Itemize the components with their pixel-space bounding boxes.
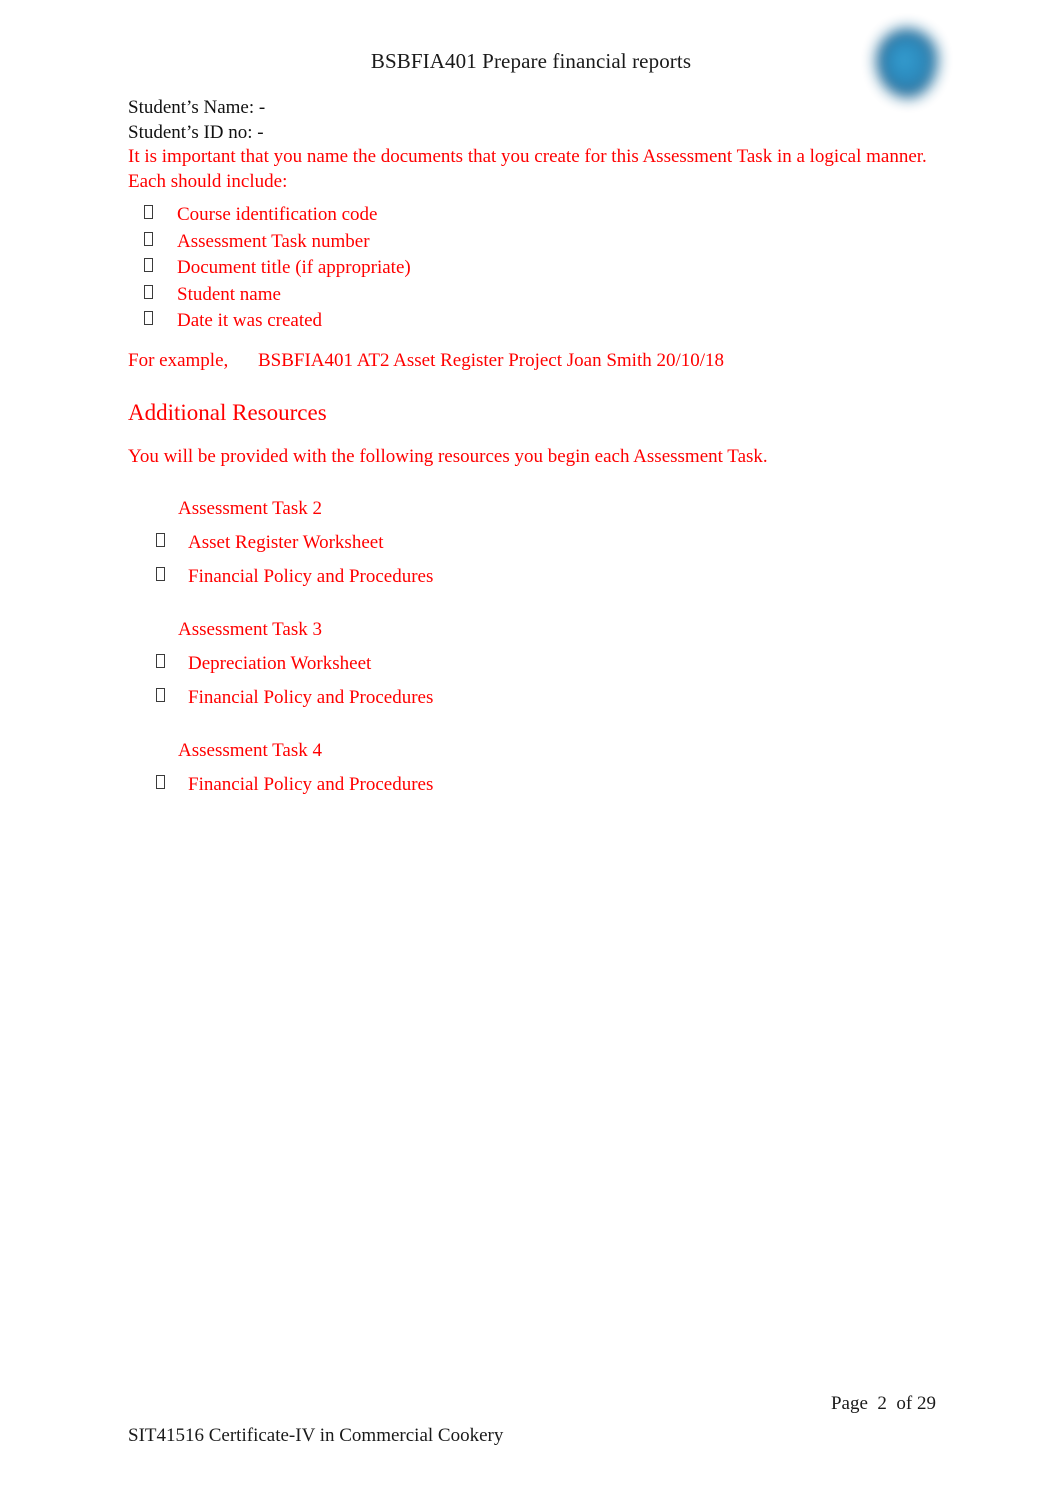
list-item-label: Date it was created — [177, 310, 323, 331]
list-item: Asset Register Worksheet — [128, 530, 938, 557]
document-header: BSBFIA401 Prepare financial reports — [0, 48, 1062, 74]
example-label: For example, — [128, 349, 229, 371]
list-item: Financial Policy and Procedures — [128, 564, 938, 591]
list-item-label: Course identification code — [177, 204, 378, 225]
missing-glyph-bullet-icon — [156, 567, 165, 581]
footer-course-text: SIT41516 Certificate-IV in Commercial Co… — [128, 1425, 504, 1446]
list-item-label: Document title (if appropriate) — [177, 257, 411, 278]
list-item: Document title (if appropriate) — [128, 255, 938, 282]
missing-glyph-bullet-icon — [144, 258, 153, 272]
missing-glyph-bullet-icon — [156, 653, 165, 668]
example-value: BSBFIA401 AT2 Asset Register Project Joa… — [258, 349, 725, 371]
missing-glyph-bullet-icon — [156, 688, 165, 702]
list-item-label: Student name — [177, 283, 281, 305]
list-item: Date it was created — [128, 308, 938, 335]
naming-instruction-line-2: Each should include: — [128, 170, 288, 192]
page-number: Page 2 of 29 — [830, 1393, 936, 1414]
document-page: BSBFIA401 Prepare financial reports Stud… — [0, 0, 1062, 1506]
list-item-label: Financial Policy and Procedures — [188, 566, 434, 587]
resource-group-title: Assessment Task 4 — [178, 739, 322, 761]
missing-glyph-bullet-icon — [144, 205, 153, 219]
resource-group-title: Assessment Task 3 — [178, 618, 322, 640]
example-line: For example, BSBFIA401 AT2 Asset Registe… — [128, 349, 938, 374]
list-item-label: Assessment Task number — [177, 230, 370, 252]
list-item: Financial Policy and Procedures — [128, 772, 938, 799]
student-id-line: Student’s ID no: - — [128, 121, 264, 143]
list-item: Depreciation Worksheet — [128, 651, 938, 678]
resource-group-title: Assessment Task 2 — [178, 497, 322, 519]
missing-glyph-bullet-icon — [144, 284, 153, 299]
list-item-label: Depreciation Worksheet — [188, 652, 372, 674]
list-item: Course identification code — [128, 202, 938, 229]
list-item: Student name — [128, 282, 938, 309]
document-body: Student’s Name: - Student’s ID no: - It … — [128, 96, 938, 798]
student-name-line: Student’s Name: - — [128, 97, 266, 118]
document-footer: Page 2 of 29 SIT41516 Certificate-IV in … — [0, 1392, 1062, 1472]
section-heading-additional-resources: Additional Resources — [128, 400, 327, 425]
naming-instruction-line-1: It is important that you name the docume… — [128, 146, 927, 167]
page-title: BSBFIA401 Prepare financial reports — [370, 49, 692, 73]
missing-glyph-bullet-icon — [144, 311, 153, 325]
list-item-label: Financial Policy and Procedures — [188, 773, 434, 795]
missing-glyph-bullet-icon — [156, 774, 165, 789]
list-item: Financial Policy and Procedures — [128, 685, 938, 712]
list-item-label: Asset Register Worksheet — [188, 531, 384, 553]
additional-resources-intro: You will be provided with the following … — [128, 446, 768, 467]
list-item: Assessment Task number — [128, 229, 938, 256]
list-item-label: Financial Policy and Procedures — [188, 687, 434, 708]
missing-glyph-bullet-icon — [144, 231, 153, 246]
missing-glyph-bullet-icon — [156, 532, 165, 547]
